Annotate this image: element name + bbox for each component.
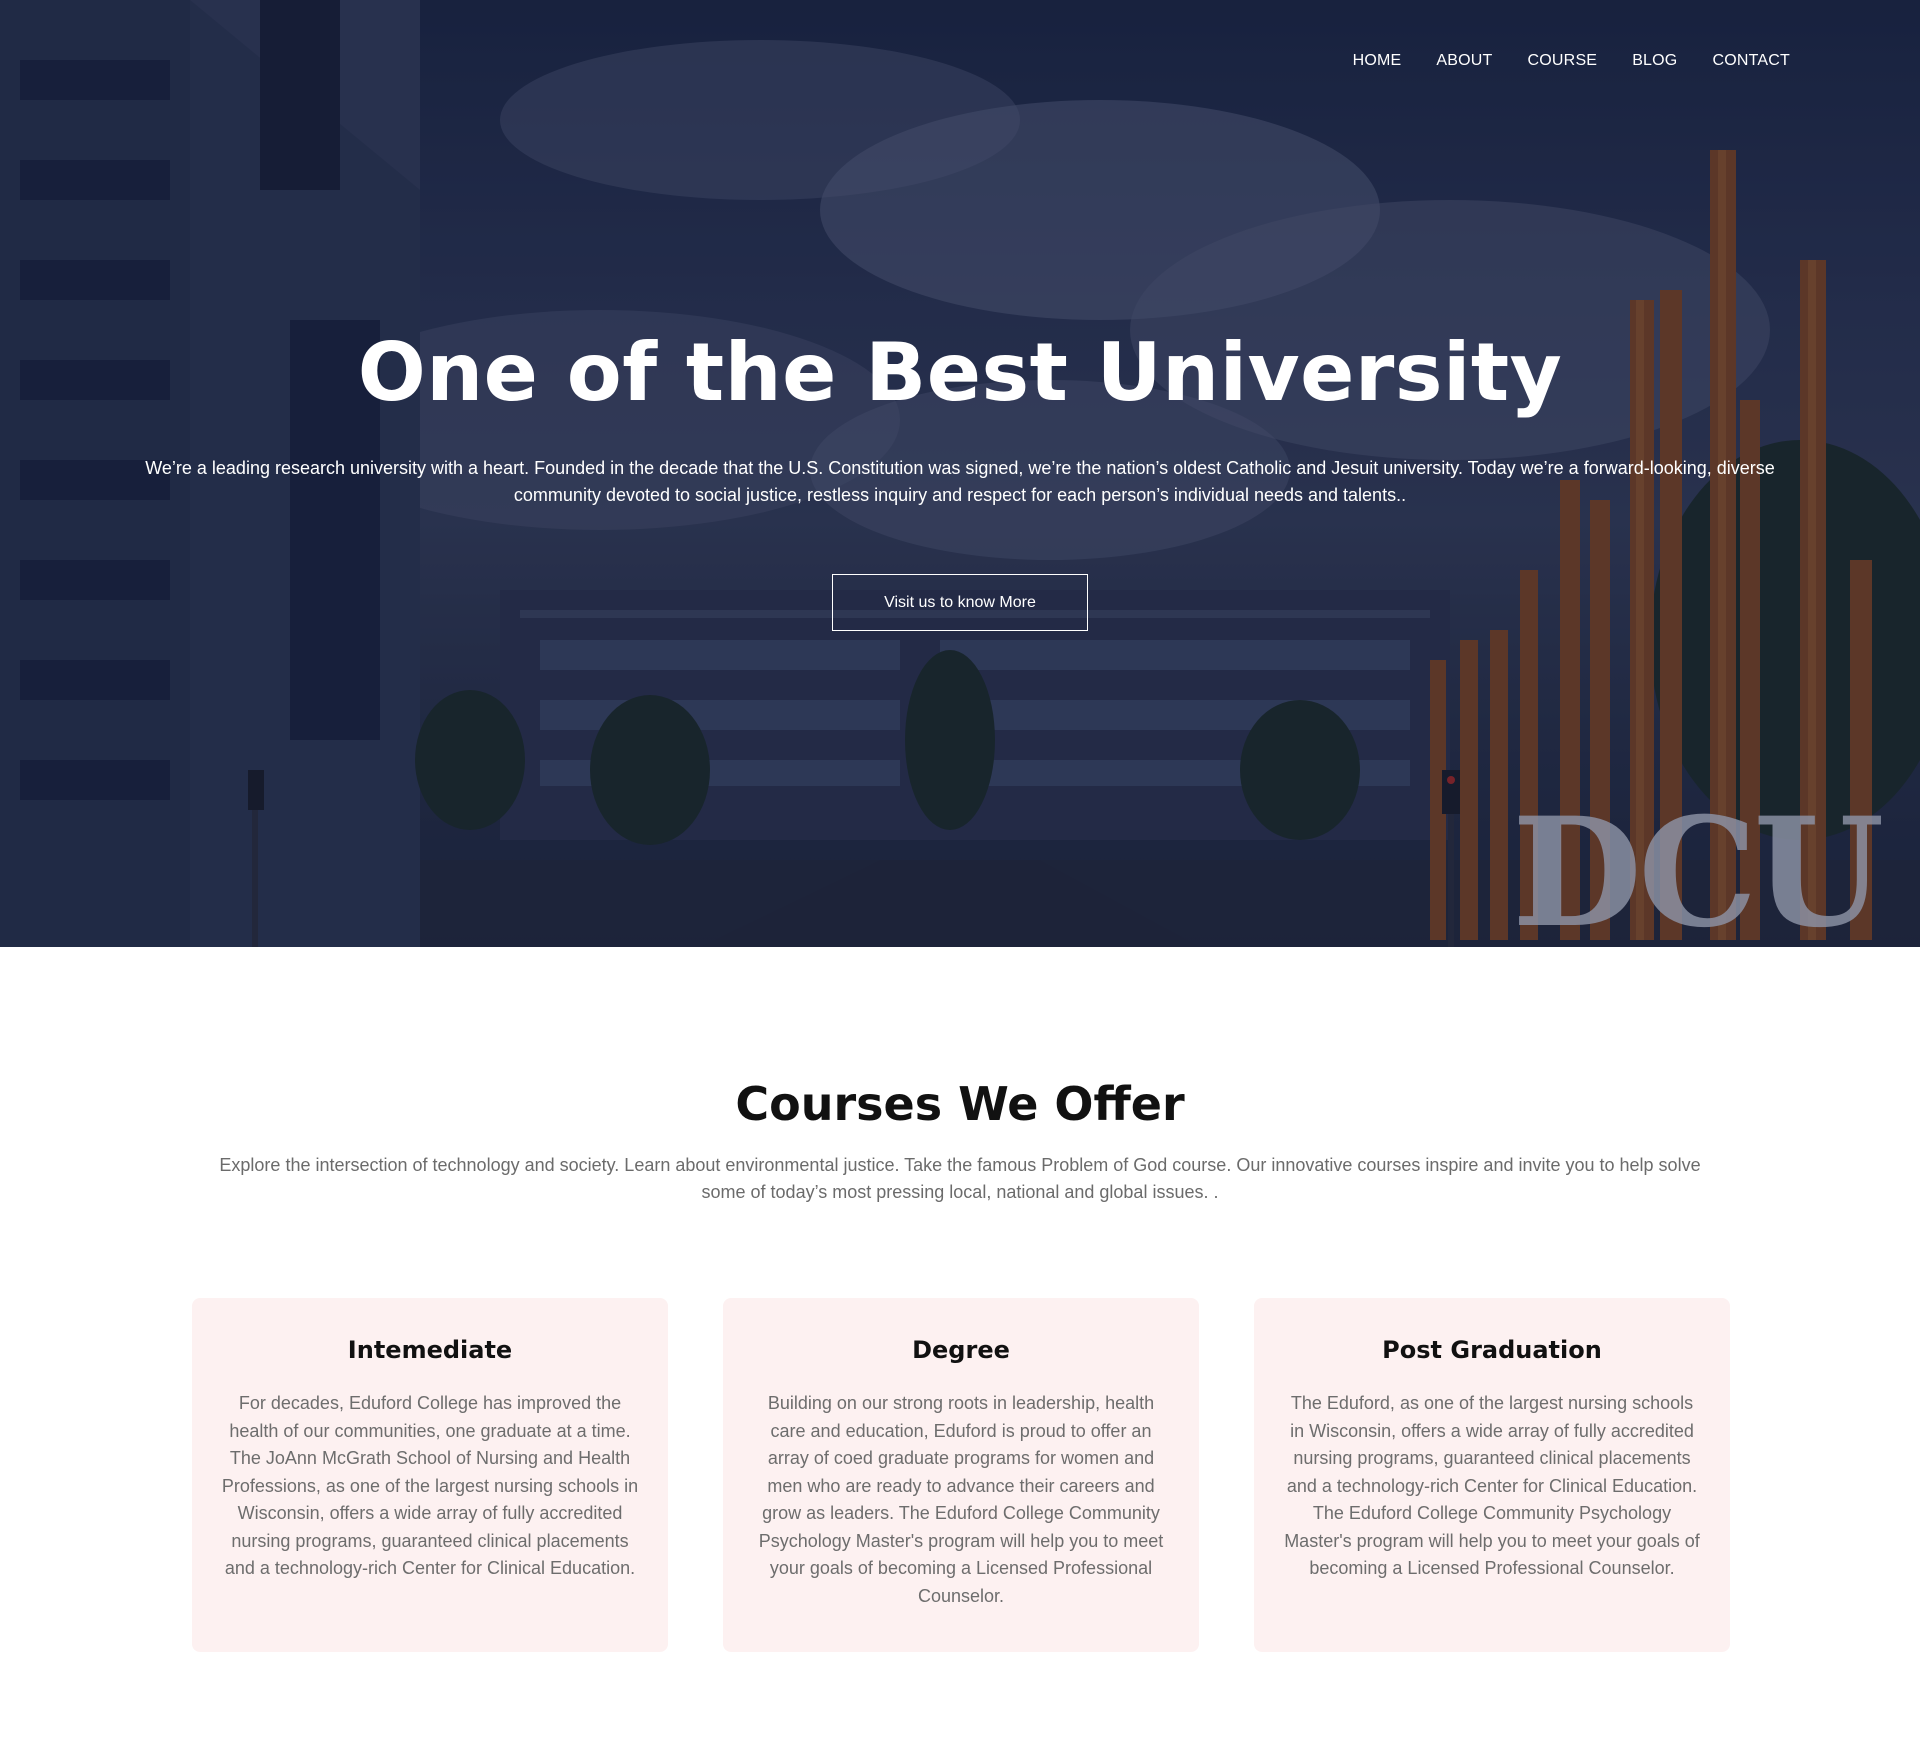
course-card-degree[interactable]: Degree Building on our strong roots in l… [723, 1298, 1199, 1652]
course-card-post-graduation[interactable]: Post Graduation The Eduford, as one of t… [1254, 1298, 1730, 1652]
nav-home-link[interactable]: HOME [1353, 52, 1402, 70]
courses-section: Courses We Offer Explore the intersectio… [0, 947, 1920, 1757]
nav-contact-link[interactable]: CONTACT [1712, 52, 1790, 70]
main-navigation: HOME ABOUT COURSE BLOG CONTACT [1353, 52, 1790, 70]
course-card-title: Intemediate [347, 1336, 513, 1364]
nav-about-link[interactable]: ABOUT [1436, 52, 1492, 70]
hero-section: DCU HOME ABOUT COURSE BLOG CONTACT One o… [0, 0, 1920, 947]
dcu-sign: DCU [1512, 785, 1884, 947]
visit-us-button[interactable]: Visit us to know More [832, 574, 1088, 631]
course-card-title: Degree [912, 1336, 1010, 1364]
course-card-text: The Eduford, as one of the largest nursi… [1284, 1393, 1700, 1578]
nav-course-link[interactable]: COURSE [1528, 52, 1598, 70]
course-cards: Intemediate For decades, Eduford College… [192, 1298, 1730, 1652]
hero-title: One of the Best University [357, 326, 1563, 419]
nav-blog-link[interactable]: BLOG [1632, 52, 1677, 70]
course-card-text: Building on our strong roots in leadersh… [758, 1393, 1164, 1606]
course-card-title: Post Graduation [1382, 1336, 1602, 1364]
course-card-intermediate[interactable]: Intemediate For decades, Eduford College… [192, 1298, 668, 1652]
courses-intro: Explore the intersection of technology a… [219, 1155, 1701, 1202]
course-card-text: For decades, Eduford College has improve… [221, 1393, 639, 1578]
courses-title: Courses We Offer [735, 1077, 1185, 1131]
hero-description: We’re a leading research university with… [145, 458, 1775, 505]
